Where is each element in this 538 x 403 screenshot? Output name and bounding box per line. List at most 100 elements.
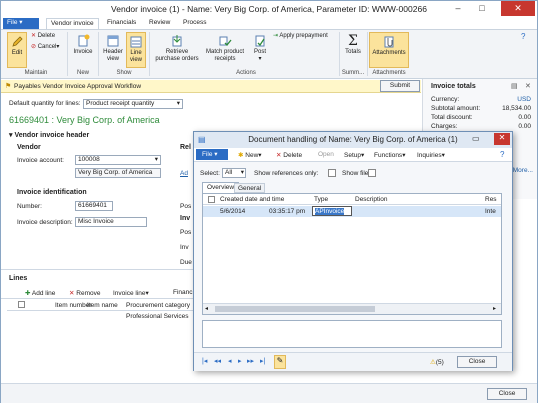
dialog-delete-label: Delete (283, 152, 303, 159)
maximize-button[interactable]: □ (471, 1, 493, 16)
cancel-button[interactable]: ⊘ Cancel▾ (31, 44, 65, 51)
match-product-receipts-button[interactable]: Match product receipts (203, 32, 247, 63)
first-record-icon[interactable]: |◂ (202, 357, 207, 365)
more-link[interactable]: More... (513, 167, 533, 174)
dialog-minimize-button[interactable]: ▭ (472, 134, 480, 143)
invoice-account-field[interactable]: 100008 ▾ (75, 155, 161, 165)
new-star-icon: ✱ (238, 152, 244, 159)
delete-x-icon: ✕ (276, 152, 282, 159)
close-button[interactable]: Close (487, 388, 527, 400)
apply-prepayment-button[interactable]: ⇥ Apply prepayment (273, 33, 339, 40)
totals-button[interactable]: Σ Totals (342, 32, 364, 56)
inquiries-menu[interactable]: Inquiries▾ (417, 151, 445, 159)
show-file-label: Show file: (342, 170, 371, 177)
edit-button[interactable]: Edit (7, 32, 27, 68)
minimize-button[interactable]: – (447, 1, 469, 16)
notification-count-value: (5) (435, 359, 444, 366)
tab-financials[interactable]: Financials (103, 18, 140, 29)
remove-label: Remove (76, 290, 101, 297)
invoice-identification-heading: Invoice identification (17, 189, 87, 196)
table-row[interactable]: 5/6/2014 03:35:17 pm APInvoice Inte (203, 206, 501, 217)
dialog-file-menu[interactable]: File ▾ (196, 149, 228, 160)
line-view-button[interactable]: Line view (126, 32, 146, 68)
notification-count[interactable]: ⚠(5) (430, 358, 444, 366)
help-icon[interactable]: ? (500, 150, 504, 159)
workflow-icon: ⚑ (5, 83, 12, 90)
financials-menu-cut[interactable]: Financ (173, 289, 193, 296)
add-line-label: Add line (31, 290, 56, 297)
show-file-checkbox[interactable] (368, 169, 376, 177)
show-references-checkbox[interactable] (328, 169, 336, 177)
column-description[interactable]: Description (355, 196, 388, 203)
previous-page-icon[interactable]: ◂◂ (214, 357, 221, 365)
setup-menu[interactable]: Setup▾ (344, 151, 364, 159)
submit-button[interactable]: Submit (380, 80, 420, 92)
open-button[interactable]: Open (318, 151, 334, 158)
cut-link[interactable]: Ad (180, 170, 188, 177)
scroll-thumb[interactable] (215, 306, 375, 312)
cancel-label: Cancel (37, 44, 57, 50)
remove-x-icon: ✕ (69, 290, 75, 297)
currency-value[interactable]: USD (517, 96, 531, 103)
new-button[interactable]: ✱ New▾ (238, 151, 262, 159)
sigma-icon: Σ (348, 33, 358, 49)
select-all-checkbox[interactable] (18, 301, 25, 308)
column-created-date[interactable]: Created date and time (220, 196, 284, 203)
pane-settings-icon[interactable]: ▤ (511, 82, 518, 90)
workflow-bar: ⚑ Payables Vendor Invoice Approval Workf… (1, 80, 421, 93)
next-record-icon[interactable]: ▸ (238, 357, 242, 365)
header-view-button[interactable]: Header view (102, 32, 124, 63)
invoice-account-label: Invoice account: (17, 157, 64, 164)
column-item-name[interactable]: Item name (87, 302, 118, 309)
invoice-account-value: 100008 (78, 156, 100, 163)
tab-general[interactable]: General (234, 183, 266, 193)
column-type[interactable]: Type (314, 196, 328, 203)
attachments-button[interactable]: Attachments (369, 32, 409, 68)
dialog-title: Document handling of Name: Very Big Corp… (248, 135, 458, 144)
delete-button[interactable]: ✕ Delete (31, 33, 65, 40)
invoice-line-button[interactable]: Invoice line▾ (113, 289, 149, 297)
tab-file[interactable]: File ▾ (3, 18, 39, 29)
dialog-delete-button[interactable]: ✕ Delete (276, 151, 302, 159)
procurement-category-cell[interactable]: Professional Services (126, 313, 189, 320)
retrieve-icon (172, 35, 182, 47)
column-restriction-cut[interactable]: Res (485, 196, 497, 203)
previous-record-icon[interactable]: ◂ (228, 357, 232, 365)
group-summary: Summ... (341, 70, 365, 76)
next-page-icon[interactable]: ▸▸ (247, 357, 254, 365)
pane-close-icon[interactable]: ✕ (525, 82, 531, 90)
invoice-label: Invoice (73, 49, 93, 55)
number-field[interactable]: 61669401 (75, 201, 113, 211)
functions-menu[interactable]: Functions▾ (374, 151, 405, 159)
header-view-icon (107, 35, 119, 47)
last-record-icon[interactable]: ▸| (260, 357, 265, 365)
select-dropdown[interactable]: All ▾ (222, 168, 246, 178)
help-icon[interactable]: ? (521, 32, 525, 41)
default-qty-select[interactable]: Product receipt quantity ▾ (83, 99, 183, 109)
invoice-button[interactable]: Invoice (71, 32, 95, 56)
default-qty-label: Default quantity for lines: (9, 100, 81, 107)
close-window-button[interactable]: ✕ (501, 1, 535, 16)
setup-label: Setup (344, 152, 361, 159)
retrieve-purchase-orders-button[interactable]: Retrieve purchase orders (153, 32, 201, 63)
tab-vendor-invoice[interactable]: Vendor invoice (46, 18, 99, 29)
post-button[interactable]: Post ▾ (250, 32, 270, 63)
select-all-checkbox[interactable] (208, 196, 215, 203)
edit-mode-icon[interactable]: ✎ (274, 355, 286, 369)
total-discount-value: 0.00 (518, 114, 531, 121)
add-line-button[interactable]: ✚ Add line (25, 289, 55, 297)
column-procurement-category[interactable]: Procurement category (126, 302, 190, 309)
dialog-close-button[interactable]: ✕ (494, 133, 510, 145)
pencil-icon (12, 36, 23, 47)
tab-review[interactable]: Review (145, 18, 174, 29)
dialog-close-text-button[interactable]: Close (457, 356, 497, 368)
header-section[interactable]: ▾ Vendor invoice header (9, 131, 89, 139)
new-invoice-icon (78, 34, 90, 47)
type-cell[interactable]: APInvoice (312, 206, 352, 216)
tab-process[interactable]: Process (179, 18, 210, 29)
post-label: Post (253, 49, 266, 55)
horizontal-scrollbar[interactable]: ◂ ▸ (203, 303, 501, 314)
invoice-description-field[interactable]: Misc Invoice (75, 217, 147, 227)
remove-button[interactable]: ✕ Remove (69, 289, 100, 297)
total-discount-label: Total discount: (431, 114, 473, 121)
